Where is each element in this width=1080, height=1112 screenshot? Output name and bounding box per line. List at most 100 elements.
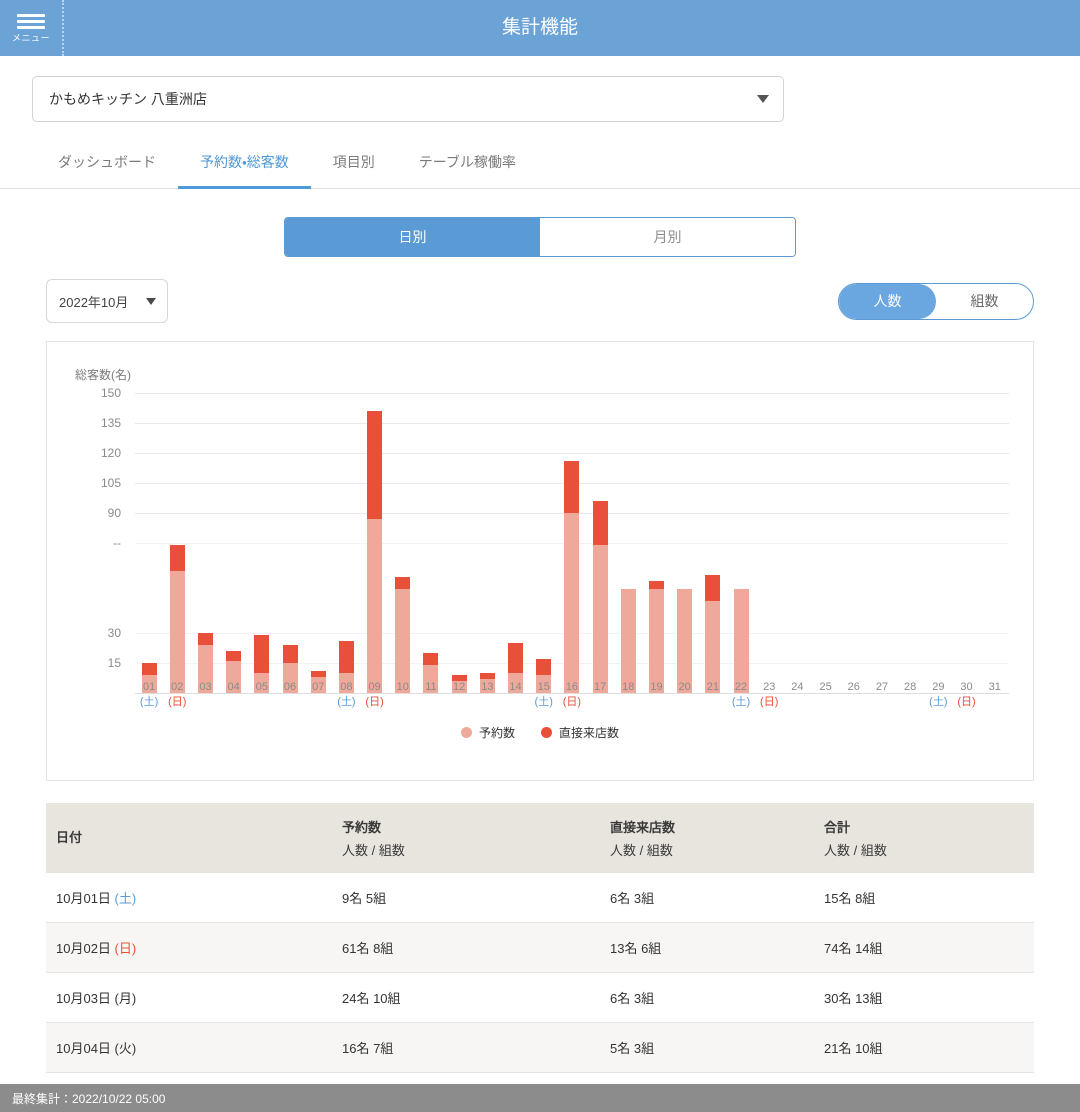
month-select[interactable]: 2022年10月 <box>46 279 168 323</box>
chart-bar-segment-reserve <box>620 589 636 693</box>
chart-bar-slot[interactable] <box>191 393 219 693</box>
chart-y-tick-label: -- <box>113 536 121 550</box>
cell-reservations: 24名 10組 <box>332 972 600 1023</box>
chart-x-day: 03 <box>199 681 212 693</box>
tab-table-occupancy[interactable]: テーブル稼働率 <box>397 138 538 188</box>
chart-x-dow: (日) <box>168 696 187 708</box>
chart-x-day: 20 <box>678 681 691 693</box>
chart-x-dow: (土) <box>139 696 159 708</box>
chart-bar-slot[interactable] <box>332 393 360 693</box>
chart-bar-stack <box>648 581 664 693</box>
chart-x-day: 09 <box>368 681 381 693</box>
chart-bar-slot[interactable] <box>699 393 727 693</box>
chart-bar-segment-walkin <box>508 643 524 673</box>
chart-x-tick: 28 <box>896 680 924 710</box>
chart-bar-slot[interactable] <box>473 393 501 693</box>
col-header-total: 合計 人数 / 組数 <box>814 803 1034 873</box>
chart-x-day: 22 <box>734 681 748 693</box>
table-body: 10月01日 (土) 9名 5組 6名 3組 15名 8組 10月02日 (日) 61名 … <box>46 873 1034 1112</box>
period-toggle: 日別 月別 <box>284 217 796 257</box>
chart-bar-slot[interactable] <box>586 393 614 693</box>
cell-reservations: 9名 5組 <box>332 873 600 923</box>
chart-bar-slot[interactable] <box>812 393 840 693</box>
cell-walkins: 13名 6組 <box>600 922 814 973</box>
chart-y-tick-label: 105 <box>100 476 121 490</box>
chart-bars <box>135 393 1009 693</box>
chart-y-tick-label: 30 <box>107 626 121 640</box>
chart-x-day: 02 <box>171 681 184 693</box>
chart-bar-slot[interactable] <box>783 393 811 693</box>
col-subtitle: 人数 / 組数 <box>342 843 405 858</box>
chart-x-day: 16 <box>565 681 579 693</box>
legend-color-dot <box>460 727 472 738</box>
tab-label: ダッシュボード <box>58 154 156 170</box>
chart-bar-slot[interactable] <box>755 393 783 693</box>
hamburger-menu-button[interactable]: メニュー <box>0 0 62 56</box>
table-row[interactable]: 10月01日 (土) 9名 5組 6名 3組 15名 8組 <box>46 873 1034 923</box>
chart-bar-slot[interactable] <box>135 393 163 693</box>
chart-bar-slot[interactable] <box>952 393 980 693</box>
tab-dashboard[interactable]: ダッシュボード <box>36 138 178 188</box>
chart-bar-segment-walkin <box>648 581 664 589</box>
chart-x-tick: 16 (日) <box>558 680 586 710</box>
chart-x-tick: 09 (日) <box>361 680 389 710</box>
chart-bar-slot[interactable] <box>896 393 924 693</box>
chart-bar-slot[interactable] <box>163 393 191 693</box>
tab-by-item[interactable]: 項目別 <box>311 138 397 188</box>
tab-reservations[interactable]: 予約数・総客数 <box>178 138 311 189</box>
chart-bar-slot[interactable] <box>248 393 276 693</box>
chart-bar-slot[interactable] <box>501 393 529 693</box>
unit-people-button[interactable]: 人数 <box>839 283 936 319</box>
hamburger-icon-bar <box>17 19 45 23</box>
chart-x-tick: 01 (土) <box>135 680 163 710</box>
chart-card: 総客数(名) 150 135 120 105 90 -- 30 15 01 (土) 02 (日) 03… <box>46 341 1034 781</box>
chart-bar-stack <box>677 589 693 693</box>
chart-bar-slot[interactable] <box>220 393 248 693</box>
chart-bar-slot[interactable] <box>361 393 389 693</box>
chart-x-day: 04 <box>227 681 240 693</box>
chart-bar-slot[interactable] <box>924 393 952 693</box>
chart-bar-slot[interactable] <box>642 393 670 693</box>
chart-bar-stack <box>705 575 721 693</box>
chart-bar-slot[interactable] <box>389 393 417 693</box>
chart-bar-slot[interactable] <box>840 393 868 693</box>
table-row[interactable]: 10月03日 (月) 24名 10組 6名 3組 30名 13組 <box>46 972 1034 1023</box>
chart-bar-segment-reserve <box>395 589 411 693</box>
chart-bar-slot[interactable] <box>304 393 332 693</box>
cell-reservations: 16名 7組 <box>332 1022 600 1073</box>
chart-legend-item[interactable]: 直接来店数 <box>541 724 619 741</box>
chart-legend-item[interactable]: 予約数 <box>460 724 515 741</box>
period-daily-button[interactable]: 日別 <box>285 218 540 256</box>
chart-bar-slot[interactable] <box>276 393 304 693</box>
col-title: 日付 <box>56 829 83 845</box>
chart-bar-stack <box>592 501 608 693</box>
chart-bar-slot[interactable] <box>868 393 896 693</box>
period-monthly-button[interactable]: 月別 <box>540 218 795 256</box>
chart-bar-slot[interactable] <box>558 393 586 693</box>
chart-bar-slot[interactable] <box>727 393 755 693</box>
chart-bar-slot[interactable] <box>614 393 642 693</box>
chart-bar-slot[interactable] <box>445 393 473 693</box>
chart-x-day: 18 <box>622 681 635 693</box>
table-row[interactable]: 10月04日 (火) 16名 7組 5名 3組 21名 10組 <box>46 1022 1034 1073</box>
cell-walkins: 5名 3組 <box>600 1022 814 1073</box>
chart-x-tick: 12 <box>445 680 473 710</box>
chart-x-tick: 24 <box>783 680 811 710</box>
chart-x-day: 19 <box>650 681 663 693</box>
col-header-reservations: 予約数 人数 / 組数 <box>332 803 600 873</box>
chart-bar-segment-walkin <box>141 663 157 675</box>
table-head: 日付 予約数 人数 / 組数 直接来店数 人数 / 組数 合計 人数 / 組数 <box>46 803 1034 873</box>
chart-bar-slot[interactable] <box>671 393 699 693</box>
chart-bar-segment-reserve <box>592 545 608 693</box>
chart-bar-slot[interactable] <box>417 393 445 693</box>
store-select[interactable]: かもめキッチン 八重洲店 <box>32 76 784 122</box>
chart-bar-slot[interactable] <box>530 393 558 693</box>
chart-x-tick: 03 <box>191 680 219 710</box>
col-subtitle: 人数 / 組数 <box>824 843 887 858</box>
chart-x-day: 13 <box>481 681 494 693</box>
table-row[interactable]: 10月02日 (日) 61名 8組 13名 6組 74名 14組 <box>46 922 1034 973</box>
chart-bar-slot[interactable] <box>981 393 1009 693</box>
unit-groups-button[interactable]: 組数 <box>936 284 1033 319</box>
chart-x-tick: 02 (日) <box>163 680 191 710</box>
chart-bar-stack <box>733 589 749 693</box>
